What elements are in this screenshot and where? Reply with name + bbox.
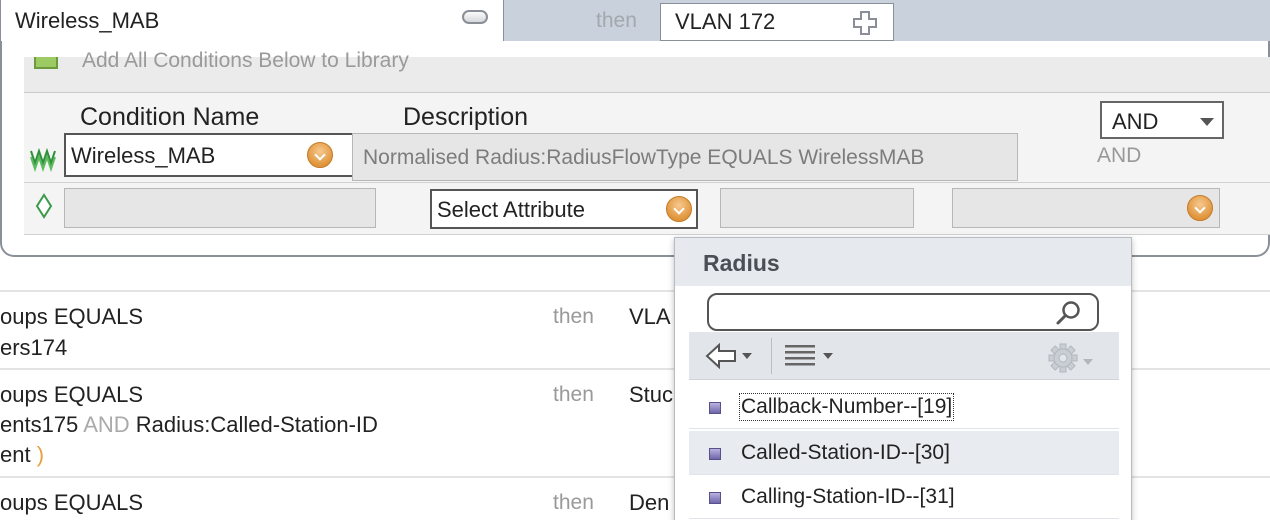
- rule-name-tab[interactable]: Wireless_MAB: [0, 0, 504, 42]
- attribute-dropdown: Radius Callback-Number--[19] Called-Stat…: [674, 237, 1132, 520]
- attribute-item-label: Called-Station-ID--[30]: [741, 441, 950, 464]
- then-label: then: [553, 305, 594, 328]
- then-label: then: [553, 491, 594, 514]
- rule-condition-text: Radius:Called-Station-ID: [135, 412, 378, 437]
- gear-icon[interactable]: [1047, 342, 1097, 374]
- condition-name-value: Wireless_MAB: [71, 143, 216, 168]
- condition-editor-panel: Add All Conditions Below to Library Cond…: [0, 41, 1270, 257]
- dropdown-header: Radius: [675, 238, 1131, 286]
- diamond-icon[interactable]: [34, 193, 54, 219]
- condition-wave-icon[interactable]: [28, 143, 58, 173]
- description-header: Description: [403, 103, 529, 131]
- rule-condition-text: ers174: [0, 335, 68, 360]
- rule-condition-text: oups EQUALS: [0, 382, 144, 407]
- rule-result[interactable]: Den: [629, 490, 669, 516]
- conditions-area: Condition Name Description AND AND Wirel…: [24, 93, 1270, 235]
- dropdown-toggle-icon[interactable]: [666, 196, 692, 222]
- search-icon[interactable]: [1055, 299, 1083, 327]
- dropdown-toggle-icon[interactable]: [307, 142, 333, 168]
- rule-condition-line: ent ): [0, 442, 44, 468]
- attribute-search-input[interactable]: [707, 293, 1099, 331]
- library-bar: Add All Conditions Below to Library: [24, 49, 1270, 93]
- condition-name-select[interactable]: Wireless_MAB: [64, 133, 362, 177]
- closing-paren: ): [36, 442, 45, 467]
- back-arrow-icon[interactable]: [705, 342, 753, 370]
- operator-select[interactable]: AND: [1100, 101, 1224, 139]
- library-checkbox[interactable]: [34, 57, 58, 69]
- chevron-down-icon: [1200, 118, 1214, 126]
- rule-condition-text: ent: [0, 442, 31, 467]
- description-value: Normalised Radius:RadiusFlowType EQUALS …: [363, 146, 925, 169]
- operator-value: AND: [1112, 109, 1159, 134]
- rule-condition-line: ents175 AND Radius:Called-Station-ID: [0, 412, 378, 438]
- value-select[interactable]: [952, 188, 1220, 228]
- then-label: then: [553, 383, 594, 406]
- attribute-item-label: Calling-Station-ID--[31]: [741, 485, 955, 508]
- rule-name: Wireless_MAB: [15, 8, 160, 33]
- attribute-select-value: Select Attribute: [437, 197, 585, 222]
- dropdown-toggle-icon[interactable]: [1187, 195, 1213, 221]
- rule-condition-text: oups EQUALS: [0, 490, 144, 515]
- result-tab[interactable]: VLAN 172: [660, 3, 894, 41]
- attribute-icon: [709, 448, 721, 460]
- and-operator: AND: [83, 412, 130, 437]
- attribute-icon: [709, 492, 721, 504]
- condition-description: Normalised Radius:RadiusFlowType EQUALS …: [352, 133, 1018, 181]
- attribute-item[interactable]: Calling-Station-ID--[31]: [689, 475, 1119, 519]
- operator-label: AND: [1097, 144, 1142, 167]
- attribute-icon: [709, 402, 721, 414]
- then-label: then: [596, 9, 637, 32]
- rule-result[interactable]: VLA: [629, 304, 671, 330]
- library-label: Add All Conditions Below to Library: [82, 49, 409, 72]
- divider: [24, 234, 1270, 235]
- operator-field[interactable]: [720, 188, 914, 228]
- attribute-item[interactable]: Called-Station-ID--[30]: [689, 431, 1119, 475]
- attribute-select[interactable]: Select Attribute: [430, 189, 698, 229]
- divider: [24, 182, 1270, 183]
- dropdown-toolbar: [689, 332, 1119, 380]
- rule-condition-text: oups EQUALS: [0, 304, 144, 329]
- collapse-button[interactable]: [462, 10, 488, 24]
- condition-name-field[interactable]: [64, 188, 376, 228]
- attribute-item[interactable]: Callback-Number--[19]: [689, 385, 1119, 429]
- condition-name-header: Condition Name: [80, 103, 260, 131]
- dictionary-title: Radius: [703, 250, 780, 276]
- add-icon[interactable]: [852, 10, 878, 36]
- list-view-icon[interactable]: [783, 342, 835, 370]
- attribute-item-label: Callback-Number--[19]: [738, 393, 955, 421]
- toolbar-separator: [771, 338, 772, 374]
- result-value: VLAN 172: [675, 9, 776, 34]
- rule-condition-text: ents175: [0, 412, 79, 437]
- rule-result[interactable]: Stuc: [629, 382, 673, 408]
